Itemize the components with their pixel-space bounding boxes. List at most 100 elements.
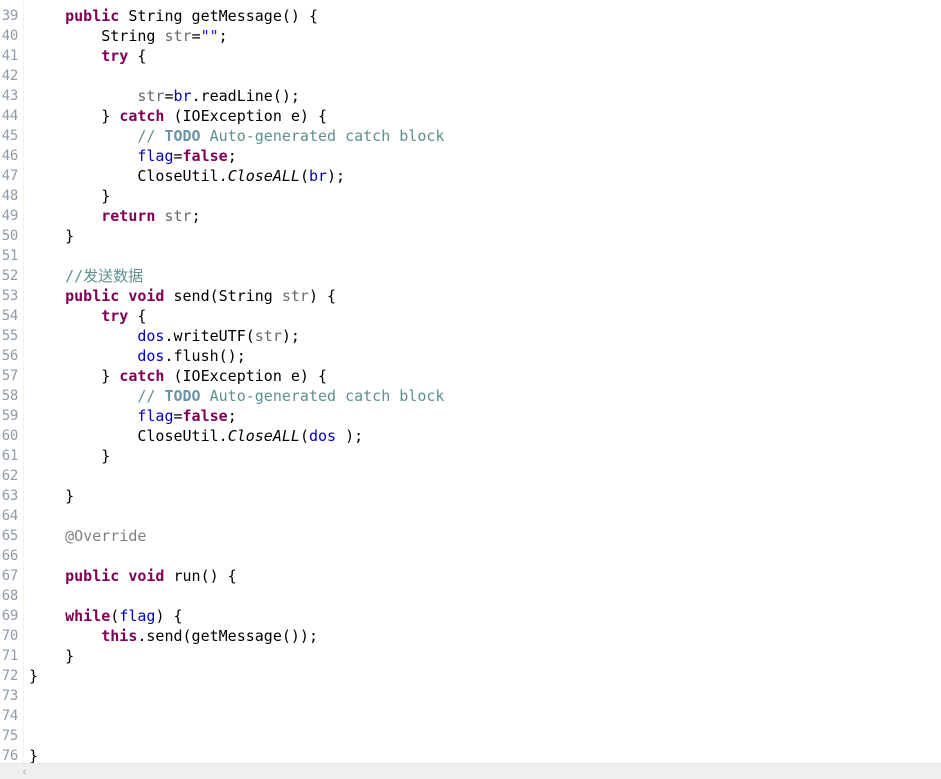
code-line-text[interactable]: @Override [20, 526, 941, 546]
code-line[interactable]: 69 while(flag) { [0, 606, 941, 626]
code-line-text[interactable]: CloseUtil.CloseALL(br); [20, 166, 941, 186]
code-line[interactable]: 68 [0, 586, 941, 606]
code-token: br [173, 87, 192, 105]
code-line[interactable]: 63 } [0, 486, 941, 506]
code-editor[interactable]: 3839 public String getMessage() {40 Stri… [0, 0, 941, 779]
code-line-text[interactable]: try { [20, 306, 941, 326]
line-number: 76 [1, 748, 19, 763]
code-line[interactable]: 66 [0, 546, 941, 566]
code-line-text[interactable]: } [20, 226, 941, 246]
code-line-text[interactable]: return str; [20, 206, 941, 226]
line-number: 48 [1, 188, 19, 204]
code-line-text[interactable]: } [20, 446, 941, 466]
code-line[interactable]: 40 String str=""; [0, 26, 941, 46]
code-line[interactable]: 65 @Override [0, 526, 941, 546]
code-token: ); [327, 167, 346, 185]
code-token: { [128, 307, 147, 325]
code-token: .writeUTF( [164, 327, 255, 345]
code-line[interactable]: 46 flag=false; [0, 146, 941, 166]
code-line-text[interactable]: public String getMessage() { [20, 6, 941, 26]
code-line-text[interactable]: } catch (IOException e) { [20, 106, 941, 126]
line-number: 53 [1, 288, 19, 304]
code-line-text[interactable]: } catch (IOException e) { [20, 366, 941, 386]
code-line[interactable]: 72} [0, 666, 941, 686]
line-number: 41 [1, 48, 19, 64]
scroll-left-arrow-icon[interactable]: ‹ [16, 764, 33, 779]
line-number: 51 [1, 248, 19, 264]
code-line[interactable]: 56 dos.flush(); [0, 346, 941, 366]
code-line-text[interactable]: String str=""; [20, 26, 941, 46]
line-number: 69 [1, 608, 19, 624]
code-line[interactable]: 47 CloseUtil.CloseALL(br); [0, 166, 941, 186]
code-line-text[interactable]: // TODO Auto-generated catch block [20, 386, 941, 406]
code-line-text[interactable]: //发送数据 [20, 266, 941, 286]
code-line-text[interactable]: } [20, 666, 941, 686]
code-line[interactable]: 53 public void send(String str) { [0, 286, 941, 306]
line-number: 71 [1, 648, 19, 664]
code-token: str [254, 327, 282, 345]
code-token: .send(getMessage()); [137, 627, 318, 645]
horizontal-scrollbar[interactable]: ‹ [0, 763, 941, 779]
code-line-text[interactable]: dos.writeUTF(str); [20, 326, 941, 346]
code-line[interactable]: 60 CloseUtil.CloseALL(dos ); [0, 426, 941, 446]
code-line[interactable]: 44 } catch (IOException e) { [0, 106, 941, 126]
code-line[interactable]: 48 } [0, 186, 941, 206]
code-line[interactable]: 70 this.send(getMessage()); [0, 626, 941, 646]
code-line[interactable]: 64 [0, 506, 941, 526]
code-line[interactable]: 61 } [0, 446, 941, 466]
code-token: CloseALL [227, 167, 300, 185]
code-line[interactable]: 71 } [0, 646, 941, 666]
code-line[interactable]: 76} [0, 746, 941, 763]
code-line[interactable]: 45 // TODO Auto-generated catch block [0, 126, 941, 146]
code-line[interactable]: 52 //发送数据 [0, 266, 941, 286]
code-token: flag [119, 607, 156, 625]
code-line-text[interactable]: flag=false; [20, 146, 941, 166]
code-line-text[interactable]: while(flag) { [20, 606, 941, 626]
code-line-text[interactable]: dos.flush(); [20, 346, 941, 366]
code-line-text[interactable]: public void run() { [20, 566, 941, 586]
code-token: (IOException e) { [164, 367, 328, 385]
code-line-text[interactable]: } [20, 746, 941, 763]
code-token: .readLine(); [191, 87, 300, 105]
code-line[interactable]: 57 } catch (IOException e) { [0, 366, 941, 386]
code-line[interactable]: 43 str=br.readLine(); [0, 86, 941, 106]
code-line[interactable]: 74 [0, 706, 941, 726]
code-line[interactable]: 75 [0, 726, 941, 746]
code-line[interactable]: 39 public String getMessage() { [0, 6, 941, 26]
code-token: public [65, 7, 120, 25]
code-surface[interactable]: 3839 public String getMessage() {40 Stri… [0, 0, 941, 763]
code-token: ; [227, 147, 237, 165]
line-number: 60 [1, 428, 19, 444]
code-line-text[interactable]: try { [20, 46, 941, 66]
code-line-text[interactable]: str=br.readLine(); [20, 86, 941, 106]
horizontal-scrollbar-track[interactable] [33, 764, 941, 779]
code-line[interactable]: 55 dos.writeUTF(str); [0, 326, 941, 346]
code-line[interactable]: 50 } [0, 226, 941, 246]
code-line-text[interactable]: } [20, 486, 941, 506]
code-line-text[interactable]: // TODO Auto-generated catch block [20, 126, 941, 146]
line-number: 67 [1, 568, 19, 584]
code-line[interactable]: 59 flag=false; [0, 406, 941, 426]
code-line-text[interactable]: flag=false; [20, 406, 941, 426]
code-line[interactable]: 49 return str; [0, 206, 941, 226]
code-viewport[interactable]: 3839 public String getMessage() {40 Stri… [0, 0, 941, 763]
line-number: 61 [1, 448, 19, 464]
code-line-text[interactable]: CloseUtil.CloseALL(dos ); [20, 426, 941, 446]
code-line[interactable]: 62 [0, 466, 941, 486]
line-number: 45 [1, 128, 19, 144]
code-line[interactable]: 58 // TODO Auto-generated catch block [0, 386, 941, 406]
code-line[interactable]: 42 [0, 66, 941, 86]
code-line[interactable]: 51 [0, 246, 941, 266]
code-line-text[interactable]: this.send(getMessage()); [20, 626, 941, 646]
code-line-text[interactable]: public void send(String str) { [20, 286, 941, 306]
code-token: CloseUtil. [29, 427, 228, 445]
code-line[interactable]: 41 try { [0, 46, 941, 66]
code-line[interactable]: 54 try { [0, 306, 941, 326]
code-line[interactable]: 67 public void run() { [0, 566, 941, 586]
code-line[interactable]: 73 [0, 686, 941, 706]
code-line-text[interactable]: } [20, 186, 941, 206]
code-line-text[interactable]: } [20, 646, 941, 666]
